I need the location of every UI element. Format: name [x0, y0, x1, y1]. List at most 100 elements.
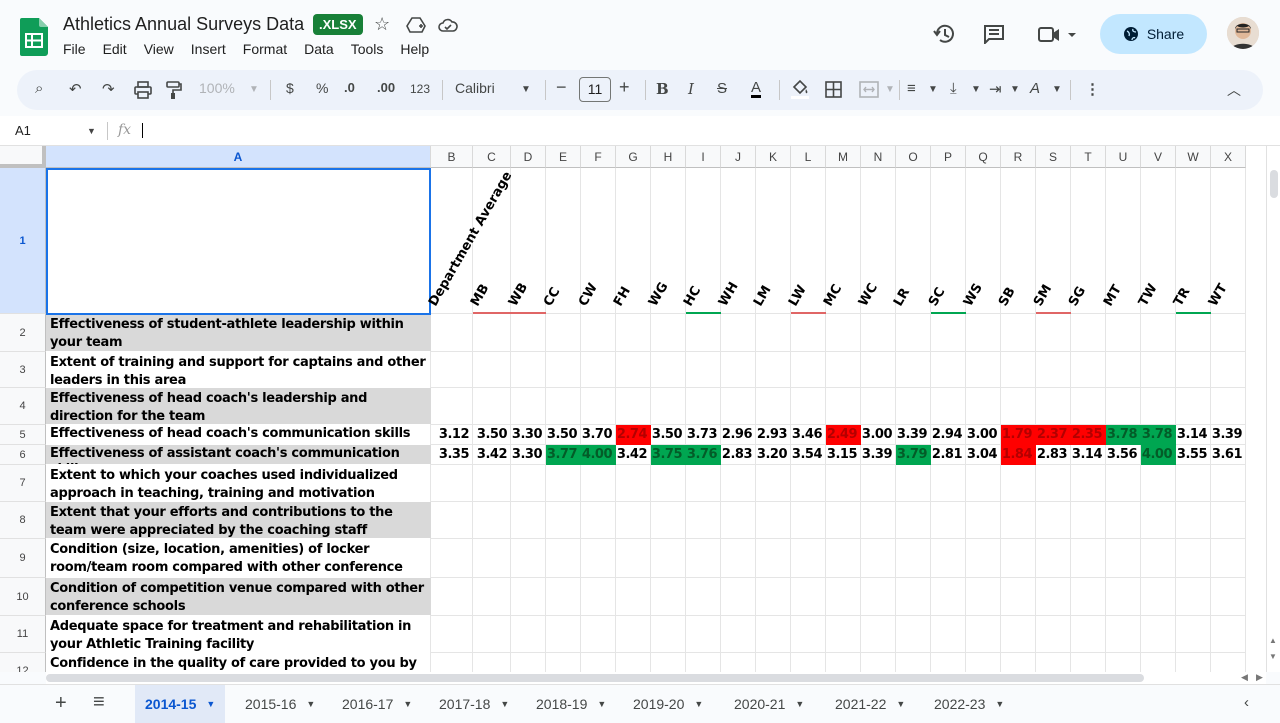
column-header-h[interactable]: H [651, 146, 686, 168]
cell-h5[interactable]: 3.50 [651, 425, 686, 445]
menu-data[interactable]: Data [304, 41, 334, 57]
cell-g5[interactable]: 2.74 [616, 425, 651, 445]
cell-e6[interactable]: 3.77 [546, 445, 581, 465]
comments-icon[interactable] [983, 24, 1005, 44]
increase-font-size-button[interactable]: + [619, 77, 630, 98]
row-label-6[interactable]: Effectiveness of assistant coach's commu… [46, 445, 431, 464]
cell-g6[interactable]: 3.42 [616, 445, 651, 465]
increase-decimal-button[interactable]: .00 [377, 80, 395, 95]
more-options-icon[interactable]: ⋮ [1085, 80, 1100, 98]
scroll-tabs-left-icon[interactable]: ‹ [1244, 694, 1249, 711]
sheets-logo-icon[interactable] [20, 18, 48, 56]
column-header-q[interactable]: Q [966, 146, 1001, 168]
row-header-2[interactable]: 2 [0, 314, 46, 352]
undo-icon[interactable]: ↶ [69, 80, 82, 98]
cell-u5[interactable]: 3.78 [1106, 425, 1141, 445]
sheet-tab-2021-22[interactable]: 2021-22 ▼ [825, 685, 915, 723]
row-header-1[interactable]: 1 [0, 168, 46, 314]
column-header-g[interactable]: G [616, 146, 651, 168]
cell-n6[interactable]: 3.39 [861, 445, 896, 465]
cell-r6[interactable]: 1.84 [1001, 445, 1036, 465]
row-header-5[interactable]: 5 [0, 425, 46, 445]
cell-j6[interactable]: 2.83 [721, 445, 756, 465]
cloud-status-icon[interactable] [438, 17, 458, 33]
cell-p6[interactable]: 2.81 [931, 445, 966, 465]
tab-caret-icon[interactable]: ▼ [403, 699, 412, 709]
cell-x6[interactable]: 3.61 [1211, 445, 1246, 465]
cell-b6[interactable]: 3.35 [431, 445, 473, 465]
formula-input[interactable] [142, 123, 143, 138]
row-header-4[interactable]: 4 [0, 388, 46, 425]
collapse-toolbar-icon[interactable]: ︿ [1227, 80, 1241, 100]
cell-h6[interactable]: 3.75 [651, 445, 686, 465]
redo-icon[interactable]: ↷ [102, 80, 115, 98]
column-header-f[interactable]: F [581, 146, 616, 168]
row-label-11[interactable]: Adequate space for treatment and rehabil… [46, 616, 431, 652]
fill-color-icon[interactable] [791, 79, 809, 99]
cell-k6[interactable]: 3.20 [756, 445, 791, 465]
font-caret-icon[interactable]: ▼ [521, 84, 531, 95]
cell-t6[interactable]: 3.14 [1071, 445, 1106, 465]
column-header-i[interactable]: I [686, 146, 721, 168]
cell-p5[interactable]: 2.94 [931, 425, 966, 445]
paint-format-icon[interactable] [166, 81, 182, 99]
tab-caret-icon[interactable]: ▼ [995, 699, 1004, 709]
strikethrough-button[interactable]: S [717, 80, 727, 97]
column-header-t[interactable]: T [1071, 146, 1106, 168]
vertical-scrollbar[interactable]: ▲ ▼ [1266, 146, 1280, 672]
merge-cells-icon[interactable] [859, 81, 879, 98]
cell-m5[interactable]: 2.49 [826, 425, 861, 445]
cell-d5[interactable]: 3.30 [511, 425, 546, 445]
cell-m6[interactable]: 3.15 [826, 445, 861, 465]
active-cell-a1[interactable] [46, 168, 431, 315]
row-header-9[interactable]: 9 [0, 539, 46, 578]
cell-x5[interactable]: 3.39 [1211, 425, 1246, 445]
sheet-tab-2017-18[interactable]: 2017-18 ▼ [429, 685, 519, 723]
row-header-11[interactable]: 11 [0, 616, 46, 653]
column-header-b[interactable]: B [431, 146, 473, 168]
zoom-caret-icon[interactable]: ▼ [249, 84, 259, 95]
cell-u6[interactable]: 3.56 [1106, 445, 1141, 465]
sheet-tab-2020-21[interactable]: 2020-21 ▼ [724, 685, 814, 723]
cell-e5[interactable]: 3.50 [546, 425, 581, 445]
sheet-tab-2016-17[interactable]: 2016-17 ▼ [332, 685, 422, 723]
column-header-e[interactable]: E [546, 146, 581, 168]
cell-l6[interactable]: 3.54 [791, 445, 826, 465]
tab-caret-icon[interactable]: ▼ [694, 699, 703, 709]
row-label-10[interactable]: Condition of competition venue compared … [46, 578, 431, 615]
valign-caret-icon[interactable]: ▼ [971, 84, 981, 95]
currency-format-button[interactable]: $ [286, 80, 294, 96]
meet-video-icon[interactable] [1038, 25, 1078, 45]
cell-s6[interactable]: 2.83 [1036, 445, 1071, 465]
menu-help[interactable]: Help [400, 41, 429, 57]
account-avatar[interactable] [1227, 17, 1259, 49]
cell-j5[interactable]: 2.96 [721, 425, 756, 445]
cell-k5[interactable]: 2.93 [756, 425, 791, 445]
column-header-d[interactable]: D [511, 146, 546, 168]
menu-edit[interactable]: Edit [103, 41, 127, 57]
tab-caret-icon[interactable]: ▼ [896, 699, 905, 709]
column-header-u[interactable]: U [1106, 146, 1141, 168]
name-box-caret-icon[interactable]: ▼ [87, 126, 96, 136]
cell-l5[interactable]: 3.46 [791, 425, 826, 445]
all-sheets-icon[interactable]: ≡ [93, 691, 105, 714]
menu-insert[interactable]: Insert [191, 41, 226, 57]
version-history-icon[interactable] [933, 23, 957, 45]
percent-format-button[interactable]: % [316, 80, 328, 96]
borders-icon[interactable] [825, 81, 842, 98]
horizontal-scrollbar[interactable]: ◀ ▶ [46, 672, 1266, 684]
cell-c5[interactable]: 3.50 [473, 425, 511, 445]
column-header-o[interactable]: O [896, 146, 931, 168]
row-header-6[interactable]: 6 [0, 445, 46, 465]
cell-d6[interactable]: 3.30 [511, 445, 546, 465]
rotation-caret-icon[interactable]: ▼ [1052, 84, 1062, 95]
cell-r5[interactable]: 1.79 [1001, 425, 1036, 445]
column-header-s[interactable]: S [1036, 146, 1071, 168]
add-sheet-icon[interactable]: + [55, 692, 67, 715]
decrease-font-size-button[interactable]: − [556, 77, 567, 98]
row-label-8[interactable]: Extent that your efforts and contributio… [46, 502, 431, 538]
cell-f6[interactable]: 4.00 [581, 445, 616, 465]
share-button[interactable]: Share [1100, 14, 1207, 54]
row-header-3[interactable]: 3 [0, 352, 46, 388]
column-header-l[interactable]: L [791, 146, 826, 168]
